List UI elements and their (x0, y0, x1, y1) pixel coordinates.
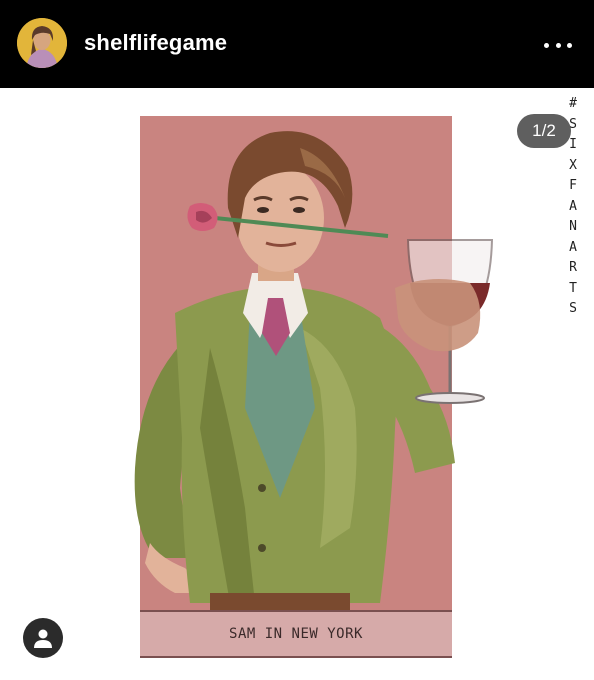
hashtag-letter: A (569, 239, 577, 255)
post-header: shelflifegame (0, 0, 594, 88)
hashtag-letter: T (569, 280, 577, 296)
avatar-icon (17, 18, 67, 68)
artwork (0, 88, 594, 680)
more-dot (567, 42, 572, 48)
jacket-button (258, 544, 266, 552)
eye-right (293, 207, 305, 213)
jacket-button (258, 484, 266, 492)
avatar[interactable] (17, 18, 67, 68)
carousel-counter-text: 1/2 (532, 121, 556, 140)
more-dot (544, 42, 549, 48)
hashtag-letter: R (569, 260, 577, 275)
caption-panel: SAM IN NEW YORK (140, 610, 452, 658)
more-dot (555, 42, 561, 48)
post-media[interactable]: SAM IN NEW YORK # S I X F A N A R T S 1/… (0, 88, 594, 680)
carousel-counter: 1/2 (517, 114, 571, 148)
user-tag-button[interactable] (23, 618, 63, 658)
hashtag-letter: I (569, 137, 577, 152)
username[interactable]: shelflifegame (84, 30, 227, 56)
user-tag-icon (34, 629, 52, 648)
hashtag-letter: # (569, 96, 577, 111)
hashtag-letter: S (569, 301, 577, 316)
wine-glass-base (415, 392, 485, 404)
eye-left (257, 207, 269, 213)
hashtag-letter: F (569, 178, 577, 193)
hashtag-letter: A (569, 198, 577, 214)
trousers (210, 593, 350, 610)
caption: SAM IN NEW YORK (229, 626, 363, 642)
more-options-icon[interactable] (544, 41, 572, 49)
hashtag-letter: X (569, 157, 577, 173)
hashtag-letter: N (569, 219, 577, 234)
